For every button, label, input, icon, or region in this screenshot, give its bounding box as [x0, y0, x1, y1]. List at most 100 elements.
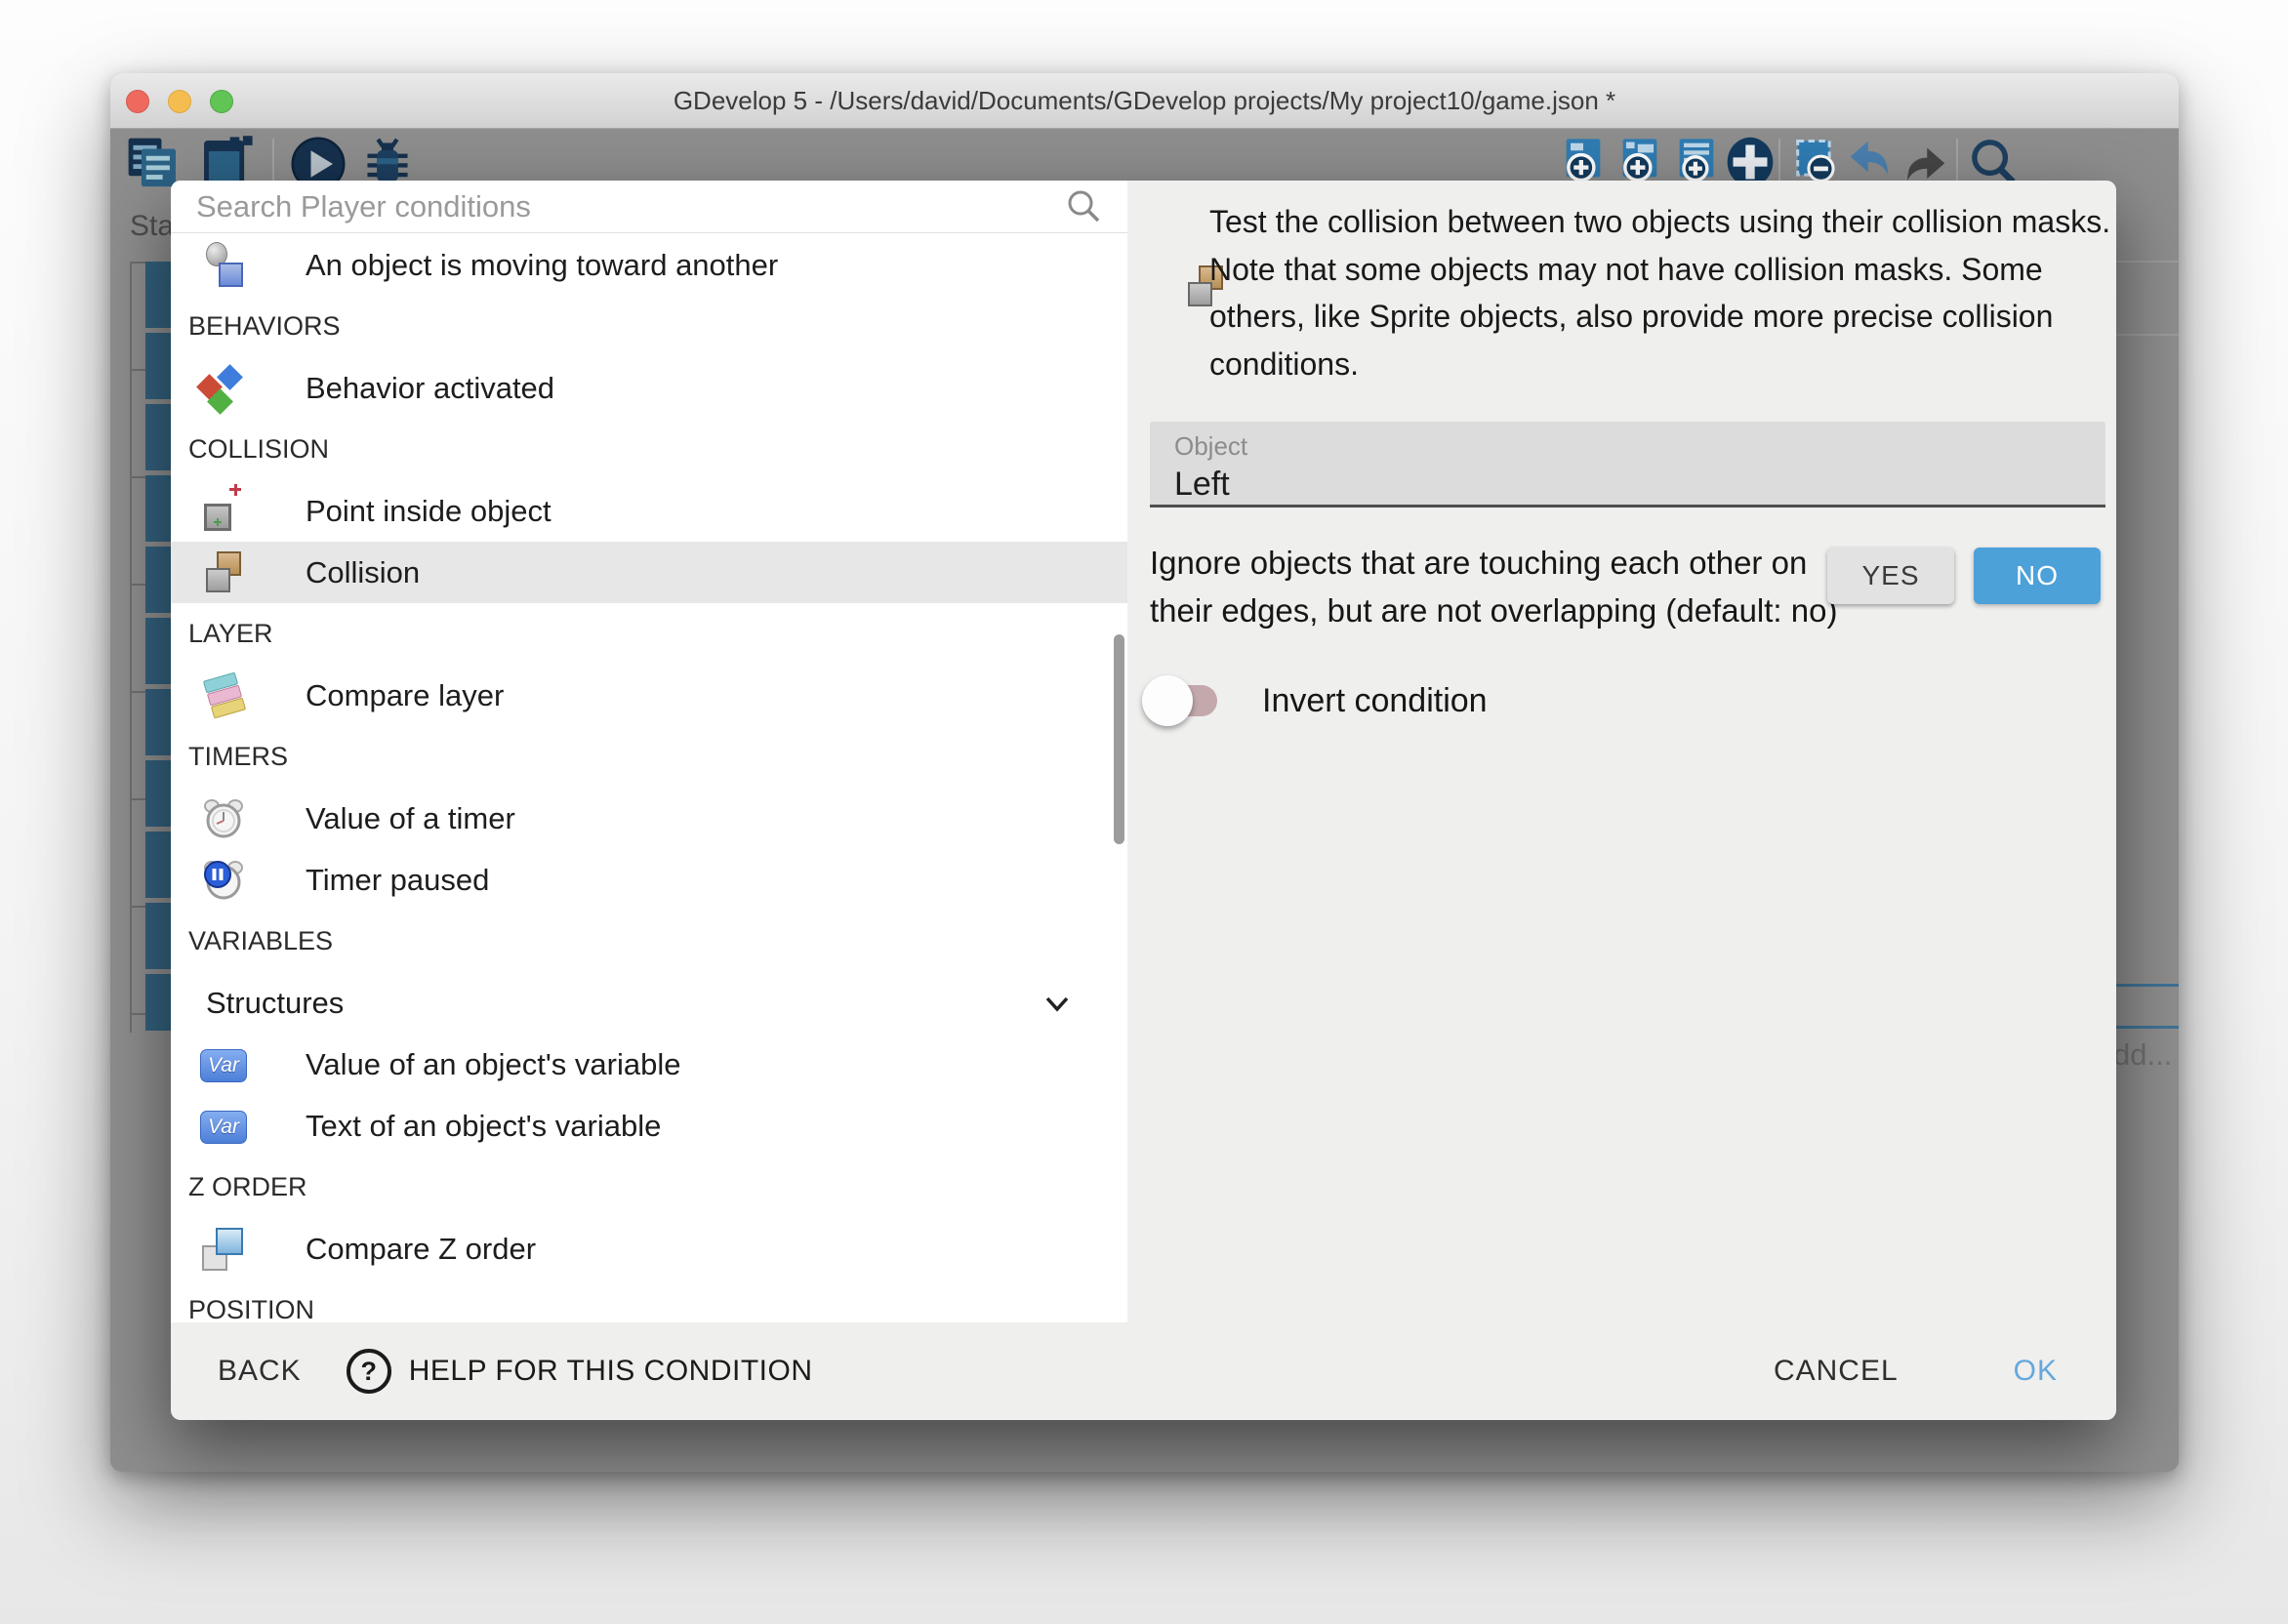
collision-icon	[200, 549, 247, 596]
yes-button[interactable]: YES	[1827, 548, 1954, 604]
icon-shape	[217, 518, 219, 526]
section-label: POSITION	[188, 1295, 314, 1322]
search-icon	[1065, 187, 1104, 226]
chevron-down-icon[interactable]	[1040, 986, 1075, 1021]
layers-icon	[200, 672, 247, 719]
window-titlebar: GDevelop 5 - /Users/david/Documents/GDev…	[110, 73, 2179, 129]
list-section-collision: COLLISION	[171, 419, 1127, 480]
var-badge: Var	[200, 1111, 247, 1144]
compare-z-icon	[200, 1226, 247, 1273]
minimize-window-button[interactable]	[168, 90, 191, 113]
variable-icon: Var	[200, 1103, 247, 1150]
list-section-behaviors: BEHAVIORS	[171, 296, 1127, 357]
section-label: BEHAVIORS	[188, 311, 341, 342]
condition-description: Test the collision between two objects u…	[1209, 198, 2116, 387]
list-item-label: Compare Z order	[306, 1232, 536, 1267]
invert-condition-label: Invert condition	[1262, 682, 1488, 720]
dialog-footer: BACK ? HELP FOR THIS CONDITION CANCEL OK	[171, 1322, 2116, 1420]
list-section-variables: VARIABLES	[171, 911, 1127, 972]
cancel-button[interactable]: CANCEL	[1774, 1355, 1899, 1388]
list-scrollbar-thumb[interactable]	[1114, 634, 1124, 844]
list-item-label: Behavior activated	[306, 371, 554, 406]
ignore-touching-row: Ignore objects that are touching each ot…	[1150, 540, 2111, 657]
list-item-behavior-activated[interactable]: Behavior activated	[171, 357, 1127, 419]
list-item-label: Value of a timer	[306, 801, 515, 836]
add-comment-icon[interactable]	[1671, 135, 1722, 185]
help-button-label: HELP FOR THIS CONDITION	[409, 1355, 813, 1388]
list-item-structures[interactable]: Structures	[171, 972, 1127, 1034]
icon-shape	[204, 504, 231, 531]
list-item-label: Timer paused	[306, 863, 489, 898]
add-subevent-icon[interactable]	[1614, 135, 1665, 185]
behavior-icon	[200, 365, 247, 412]
section-label: LAYER	[188, 619, 273, 649]
add-event-icon[interactable]	[1558, 135, 1609, 185]
help-button[interactable]: ? HELP FOR THIS CONDITION	[347, 1349, 813, 1394]
undo-icon[interactable]	[1844, 135, 1897, 187]
ignore-touching-label: Ignore objects that are touching each ot…	[1150, 540, 1867, 634]
close-window-button[interactable]	[126, 90, 149, 113]
toggle-knob[interactable]	[1142, 675, 1193, 726]
list-section-zorder: Z ORDER	[171, 1157, 1127, 1218]
icon-shape	[206, 568, 230, 592]
zoom-window-button[interactable]	[210, 90, 233, 113]
list-item-compare-layer[interactable]: Compare layer	[171, 665, 1127, 726]
list-item-label: Value of an object's variable	[306, 1047, 680, 1082]
list-item-label: Compare layer	[306, 678, 504, 713]
condition-detail-pane: Test the collision between two objects u…	[1127, 181, 2116, 1322]
var-badge: Var	[200, 1049, 247, 1082]
timer-icon	[200, 795, 247, 842]
section-label: VARIABLES	[188, 926, 333, 956]
list-item-compare-zorder[interactable]: Compare Z order	[171, 1218, 1127, 1279]
section-label: Z ORDER	[188, 1172, 307, 1202]
object-field[interactable]: Object Left	[1150, 422, 2105, 508]
icon-shape	[234, 484, 237, 496]
redo-icon[interactable]	[1899, 135, 1951, 187]
tree-label: Structures	[206, 986, 344, 1021]
scene-tab-label[interactable]: Sta	[130, 210, 174, 243]
move-toward-icon	[200, 242, 247, 289]
section-label: TIMERS	[188, 742, 288, 772]
list-item-timer-value[interactable]: Value of a timer	[171, 788, 1127, 849]
list-item-variable-value[interactable]: Var Value of an object's variable	[171, 1034, 1127, 1095]
list-item-point-inside[interactable]: Point inside object	[171, 480, 1127, 542]
add-action-label[interactable]: dd...	[2113, 1037, 2172, 1073]
alarm-clock-glyph	[200, 795, 247, 842]
list-item-collision-selected[interactable]: Collision	[171, 542, 1127, 603]
list-item-label: Text of an object's variable	[306, 1109, 661, 1144]
list-item-label: Collision	[306, 555, 420, 590]
list-item-moving-toward[interactable]: An object is moving toward another	[171, 234, 1127, 296]
event-sheet-condition-blocks	[145, 262, 172, 1031]
var-badge-text: Var	[208, 1116, 239, 1139]
list-section-position: POSITION	[171, 1279, 1127, 1322]
list-item-label: An object is moving toward another	[306, 248, 778, 283]
no-button[interactable]: NO	[1974, 548, 2101, 604]
point-inside-icon	[200, 488, 247, 535]
invert-condition-toggle[interactable]	[1155, 684, 1217, 717]
section-label: COLLISION	[188, 434, 329, 465]
ok-button[interactable]: OK	[2014, 1355, 2058, 1388]
list-item-variable-text[interactable]: Var Text of an object's variable	[171, 1095, 1127, 1157]
list-item-label: Point inside object	[306, 494, 552, 529]
object-field-value: Left	[1174, 466, 2105, 504]
invert-condition-row: Invert condition	[1155, 673, 1488, 728]
var-badge-text: Var	[208, 1054, 239, 1077]
variable-icon: Var	[200, 1041, 247, 1088]
condition-list: An object is moving toward another BEHAV…	[171, 234, 1127, 1322]
icon-shape	[216, 1228, 243, 1255]
list-section-timers: TIMERS	[171, 726, 1127, 788]
icon-shape	[219, 263, 243, 287]
list-section-layer: LAYER	[171, 603, 1127, 665]
delete-event-icon[interactable]	[1789, 135, 1840, 185]
back-button[interactable]: BACK	[218, 1355, 302, 1388]
timer-paused-icon	[200, 857, 247, 904]
condition-editor-dialog: An object is moving toward another BEHAV…	[171, 181, 2116, 1420]
help-question-icon: ?	[347, 1349, 391, 1394]
object-field-label: Object	[1174, 431, 2105, 462]
search-bar	[171, 181, 1127, 233]
list-item-timer-paused[interactable]: Timer paused	[171, 849, 1127, 911]
condition-list-pane: An object is moving toward another BEHAV…	[171, 181, 1127, 1322]
search-events-icon[interactable]	[1967, 135, 2020, 187]
search-input[interactable]	[194, 188, 1065, 225]
alarm-clock-paused-glyph	[200, 857, 247, 904]
